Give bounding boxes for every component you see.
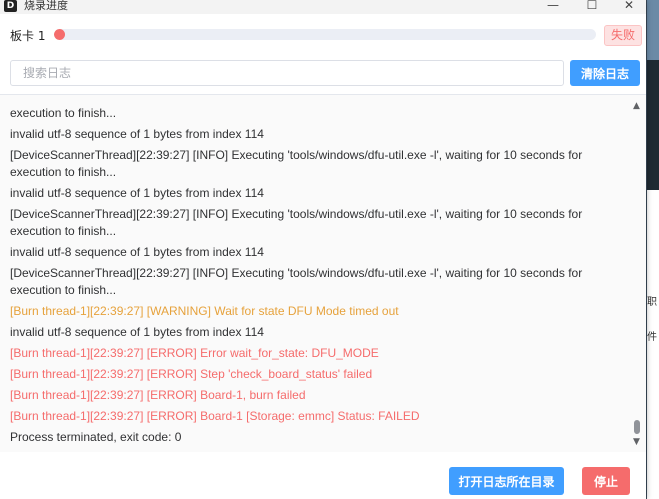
- log-line-error: [Burn thread-1][22:39:27] [ERROR] Board-…: [10, 409, 420, 423]
- background-app-edge: 职 件: [647, 0, 659, 499]
- stop-button[interactable]: 停止: [582, 467, 630, 495]
- log-scrollbar[interactable]: ▲ ▼: [630, 95, 646, 453]
- log-line-info: invalid utf-8 sequence of 1 bytes from i…: [10, 325, 264, 339]
- app-logo-icon: D: [4, 0, 17, 12]
- log-line-error: [Burn thread-1][22:39:27] [ERROR] Board-…: [10, 388, 306, 402]
- log-line-info: [DeviceScannerThread][22:39:27] [INFO] E…: [10, 207, 583, 238]
- window-title: 烧录进度: [24, 0, 68, 12]
- maximize-icon[interactable]: ☐: [577, 0, 607, 12]
- open-log-dir-button[interactable]: 打开日志所在目录: [449, 467, 564, 495]
- log-line-info: invalid utf-8 sequence of 1 bytes from i…: [10, 245, 264, 259]
- board-progress-row: 板卡 1 失败: [0, 24, 646, 46]
- log-panel[interactable]: execution to finish... invalid utf-8 sequ…: [0, 94, 646, 454]
- scroll-up-icon[interactable]: ▲: [633, 101, 640, 111]
- log-line-info: execution to finish...: [10, 106, 117, 120]
- log-line-error: [Burn thread-1][22:39:27] [ERROR] Step '…: [10, 367, 373, 381]
- background-text-fragment: 职: [647, 297, 657, 308]
- progress-track: [54, 29, 596, 40]
- footer-bar: 打开日志所在目录 停止: [0, 452, 646, 499]
- log-line-info: [DeviceScannerThread][22:39:27] [INFO] E…: [10, 266, 583, 297]
- log-line-warning: [Burn thread-1][22:39:27] [WARNING] Wait…: [10, 304, 399, 318]
- burn-progress-window: D 烧录进度 — ☐ ✕ 板卡 1 失败 清除日志 execution to f…: [0, 0, 646, 499]
- log-line-info: [DeviceScannerThread][22:39:27] [INFO] E…: [10, 148, 583, 179]
- scroll-thumb[interactable]: [634, 420, 640, 434]
- log-list: execution to finish... invalid utf-8 sequ…: [10, 105, 606, 450]
- scroll-down-icon[interactable]: ▼: [633, 437, 640, 447]
- close-icon[interactable]: ✕: [614, 0, 644, 12]
- title-bar[interactable]: D 烧录进度 — ☐ ✕: [0, 0, 646, 14]
- log-line-info: invalid utf-8 sequence of 1 bytes from i…: [10, 127, 264, 141]
- log-line-info: invalid utf-8 sequence of 1 bytes from i…: [10, 186, 264, 200]
- status-badge: 失败: [604, 25, 642, 46]
- progress-fill: [54, 29, 65, 40]
- background-text-fragment: 件: [647, 332, 657, 343]
- log-line-info: Process terminated, exit code: 0: [10, 430, 182, 444]
- search-log-input[interactable]: [10, 60, 564, 86]
- minimize-icon[interactable]: —: [538, 0, 568, 12]
- board-label: 板卡 1: [10, 29, 46, 43]
- log-line-error: [Burn thread-1][22:39:27] [ERROR] Error …: [10, 346, 379, 360]
- clear-log-button[interactable]: 清除日志: [570, 60, 640, 86]
